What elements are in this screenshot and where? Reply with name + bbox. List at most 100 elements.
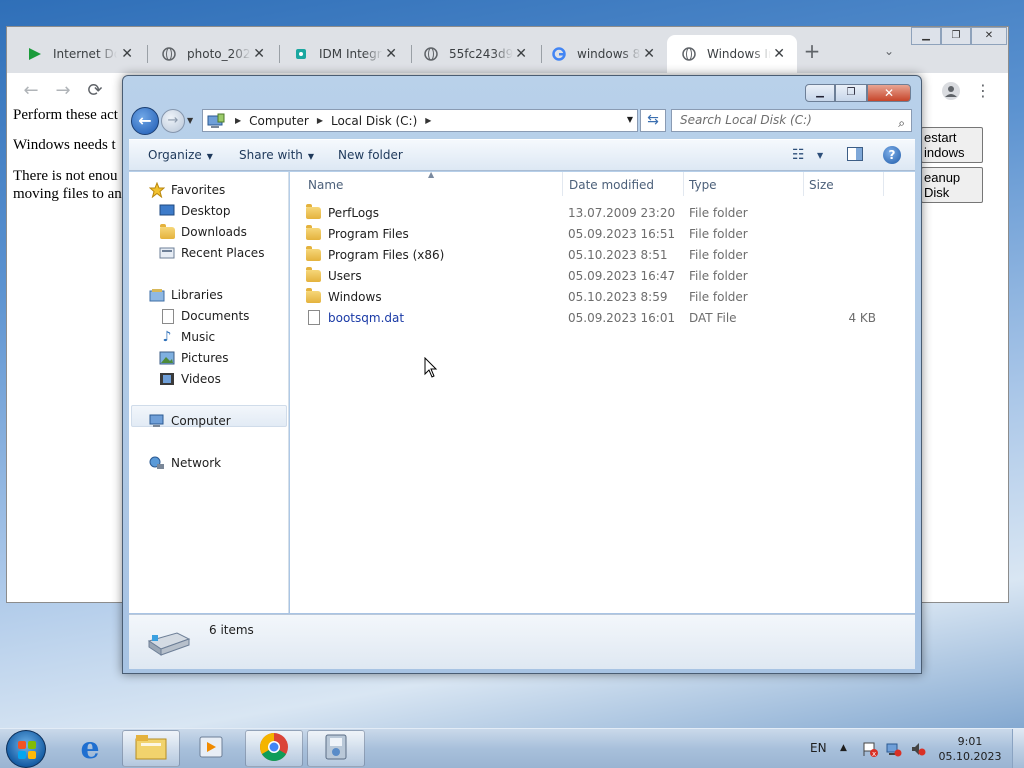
- chrome-close-button[interactable]: ✕: [971, 27, 1007, 45]
- profile-avatar-icon[interactable]: [941, 81, 961, 101]
- show-desktop-button[interactable]: [1012, 729, 1024, 768]
- address-dropdown-icon[interactable]: ▼: [627, 115, 633, 124]
- browser-tab-windows-install-active[interactable]: Windows In ✕: [667, 35, 797, 73]
- nav-label: Videos: [181, 372, 221, 386]
- preview-pane-icon[interactable]: [847, 147, 863, 165]
- nav-recent-places[interactable]: Recent Places: [159, 245, 264, 261]
- close-icon[interactable]: ✕: [121, 46, 133, 62]
- close-icon[interactable]: ✕: [253, 46, 265, 62]
- nav-documents[interactable]: Documents: [159, 308, 249, 324]
- nav-desktop[interactable]: Desktop: [159, 203, 231, 219]
- column-header-size[interactable]: Size: [809, 178, 834, 192]
- chrome-minimize-button[interactable]: ▁: [911, 27, 941, 45]
- column-header-name[interactable]: Name: [308, 178, 343, 192]
- close-icon[interactable]: ✕: [385, 46, 397, 62]
- taskbar-installer[interactable]: [307, 730, 365, 767]
- nav-downloads[interactable]: Downloads: [159, 224, 247, 240]
- close-button[interactable]: ✕: [867, 84, 911, 102]
- browser-tab-idm-integration[interactable]: IDM Integra ✕: [279, 39, 409, 69]
- file-name: Program Files: [328, 227, 409, 241]
- file-row-program-files-x86[interactable]: Program Files (x86) 05.10.2023 8:51 File…: [306, 245, 906, 265]
- back-button[interactable]: ←: [131, 107, 159, 135]
- file-row-users[interactable]: Users 05.09.2023 16:47 File folder: [306, 266, 906, 286]
- view-dropdown-icon[interactable]: ▼: [817, 151, 823, 160]
- taskbar-media-player[interactable]: [183, 730, 241, 767]
- breadcrumb-computer[interactable]: Computer: [249, 114, 309, 128]
- network-status-icon[interactable]: [886, 741, 902, 760]
- column-divider[interactable]: [683, 172, 684, 196]
- file-row-program-files[interactable]: Program Files 05.09.2023 16:51 File fold…: [306, 224, 906, 244]
- volume-muted-icon[interactable]: [910, 741, 926, 760]
- explorer-folder-icon: [135, 734, 167, 763]
- music-note-icon: ♪: [162, 329, 172, 345]
- forward-button[interactable]: →: [161, 109, 185, 133]
- menu-dots-icon[interactable]: ⋮: [973, 81, 993, 101]
- folder-icon: [306, 267, 322, 284]
- recent-pages-dropdown[interactable]: ▼: [187, 116, 193, 125]
- new-tab-button[interactable]: +: [802, 41, 822, 61]
- browser-tab-windows-8[interactable]: windows 8 ✕: [537, 39, 667, 69]
- tab-search-chevron-icon[interactable]: ⌄: [879, 41, 899, 61]
- help-icon[interactable]: ?: [883, 146, 901, 164]
- maximize-button[interactable]: ❐: [835, 84, 867, 102]
- column-divider[interactable]: [562, 172, 563, 196]
- nav-libraries[interactable]: Libraries: [149, 287, 223, 303]
- browser-tab-photo[interactable]: photo_2023 ✕: [147, 39, 277, 69]
- star-icon: [149, 182, 165, 198]
- cleanup-disk-button[interactable]: eanup Disk: [921, 167, 983, 203]
- folder-icon: [306, 288, 322, 305]
- system-clock[interactable]: 9:01 05.10.2023: [938, 734, 1002, 764]
- minimize-button[interactable]: ▁: [805, 84, 835, 102]
- internet-explorer-icon: e: [80, 731, 100, 766]
- chrome-maximize-button[interactable]: ❐: [941, 27, 971, 45]
- file-row-bootsqm-dat[interactable]: bootsqm.dat 05.09.2023 16:01 DAT File 4 …: [306, 308, 906, 328]
- refresh-button[interactable]: ⇆: [640, 109, 666, 132]
- file-date: 05.10.2023 8:59: [568, 290, 668, 304]
- action-center-flag-icon[interactable]: x: [862, 741, 878, 760]
- close-icon[interactable]: ✕: [773, 46, 785, 62]
- nav-favorites[interactable]: Favorites: [149, 182, 225, 198]
- share-with-label: Share with: [239, 148, 303, 162]
- view-options-icon[interactable]: ☷: [792, 147, 805, 163]
- close-icon[interactable]: ✕: [515, 46, 527, 62]
- tab-label: photo_2023: [187, 47, 251, 61]
- reload-icon[interactable]: ⟳: [85, 81, 105, 101]
- column-header-date-modified[interactable]: Date modified: [569, 178, 654, 192]
- nav-computer[interactable]: Computer: [149, 413, 231, 429]
- nav-pictures[interactable]: Pictures: [159, 350, 229, 366]
- share-with-menu[interactable]: Share with ▼: [239, 148, 314, 162]
- nav-music[interactable]: ♪ Music: [159, 329, 216, 345]
- restart-windows-button[interactable]: estart indows: [921, 127, 983, 163]
- address-bar[interactable]: ▶ Computer ▶ Local Disk (C:) ▶ ▼: [202, 109, 638, 132]
- new-folder-button[interactable]: New folder: [338, 148, 403, 162]
- organize-menu[interactable]: Organize ▼: [148, 148, 213, 162]
- close-icon[interactable]: ✕: [643, 46, 655, 62]
- back-arrow-icon[interactable]: ←: [21, 81, 41, 101]
- file-row-windows[interactable]: Windows 05.10.2023 8:59 File folder: [306, 287, 906, 307]
- start-button[interactable]: [6, 730, 46, 768]
- breadcrumb-arrow-icon[interactable]: ▶: [425, 116, 431, 125]
- nav-network[interactable]: Network: [149, 455, 221, 471]
- computer-icon: [149, 413, 165, 429]
- search-icon[interactable]: ⌕: [898, 113, 905, 134]
- tray-expand-arrow-icon[interactable]: ▲: [840, 743, 847, 753]
- search-input[interactable]: Search Local Disk (C:) ⌕: [671, 109, 912, 132]
- breadcrumb-local-disk[interactable]: Local Disk (C:): [331, 114, 417, 128]
- taskbar-chrome[interactable]: [245, 730, 303, 767]
- column-divider[interactable]: [803, 172, 804, 196]
- breadcrumb-arrow-icon[interactable]: ▶: [317, 116, 323, 125]
- forward-arrow-icon[interactable]: →: [53, 81, 73, 101]
- nav-label: Desktop: [181, 204, 231, 218]
- breadcrumb-arrow-icon[interactable]: ▶: [235, 116, 241, 125]
- column-divider[interactable]: [883, 172, 884, 196]
- taskbar-windows-explorer[interactable]: [122, 730, 180, 767]
- language-indicator[interactable]: EN: [810, 741, 827, 755]
- page-text-perform: Perform these act: [13, 107, 118, 123]
- media-player-icon: [198, 734, 226, 763]
- file-row-perflogs[interactable]: PerfLogs 13.07.2009 23:20 File folder: [306, 203, 906, 223]
- nav-videos[interactable]: Videos: [159, 371, 221, 387]
- column-header-type[interactable]: Type: [689, 178, 717, 192]
- browser-tab-internet-download[interactable]: Internet Do ✕: [13, 39, 145, 69]
- taskbar-internet-explorer[interactable]: e: [61, 730, 119, 767]
- browser-tab-55fc[interactable]: 55fc243d9c ✕: [409, 39, 539, 69]
